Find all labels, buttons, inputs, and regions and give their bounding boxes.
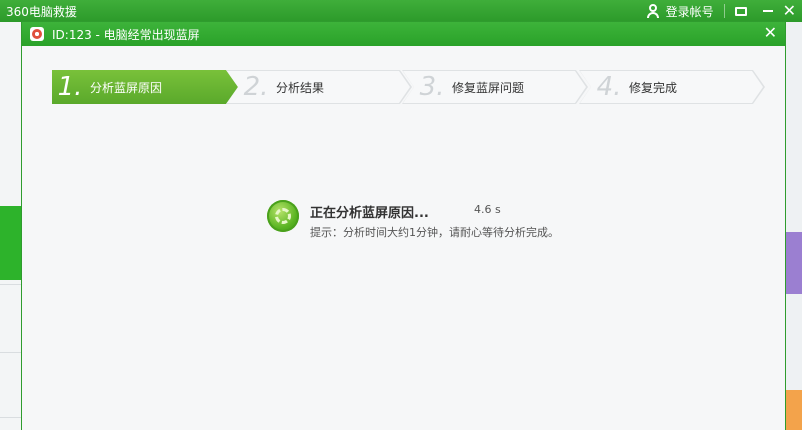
blue-screen-dialog: ID:123 - 电脑经常出现蓝屏 ✕ 1. 分析蓝屏原因 2. 分析结果 3.…	[21, 21, 786, 430]
step-label: 分析结果	[276, 80, 325, 95]
step-4: 4. 修复完成	[579, 70, 765, 104]
step-number: 4.	[596, 72, 622, 102]
dialog-close-icon[interactable]: ✕	[764, 25, 777, 41]
step-1: 1. 分析蓝屏原因	[52, 70, 238, 104]
app-window-controls: 登录帐号 ✕	[646, 0, 796, 22]
login-button[interactable]: 登录帐号	[646, 3, 714, 20]
divider	[0, 352, 22, 353]
app-titlebar: 360电脑救援 登录帐号 ✕	[0, 0, 802, 22]
step-number: 2.	[243, 72, 269, 102]
step-2: 2. 分析结果	[226, 70, 412, 104]
step-3: 3. 修复蓝屏问题	[402, 70, 588, 104]
divider	[723, 4, 725, 18]
close-icon[interactable]: ✕	[783, 0, 796, 22]
elapsed-time: 4.6 s	[474, 203, 501, 216]
app-right-tile-purple[interactable]	[786, 232, 802, 294]
analysis-tip: 提示：分析时间大约1分钟，请耐心等待分析完成。	[310, 226, 559, 239]
app-left-active-item[interactable]	[0, 206, 22, 280]
step-label: 修复蓝屏问题	[452, 80, 525, 95]
minimize-icon[interactable]	[762, 10, 773, 12]
app-right-panel	[786, 22, 802, 430]
dialog-title: ID:123 - 电脑经常出现蓝屏	[52, 27, 200, 42]
divider	[0, 284, 22, 285]
step-label: 分析蓝屏原因	[90, 80, 163, 95]
app-right-tile-orange[interactable]	[786, 390, 802, 430]
step-label: 修复完成	[629, 80, 678, 95]
user-icon	[646, 4, 660, 18]
step-indicator: 1. 分析蓝屏原因 2. 分析结果 3. 修复蓝屏问题 4. 修复完成	[52, 70, 765, 104]
login-label: 登录帐号	[665, 4, 714, 19]
step-number: 1.	[57, 72, 83, 102]
message-icon[interactable]	[734, 6, 747, 16]
lifebuoy-icon	[30, 27, 44, 41]
app-left-panel	[0, 22, 22, 430]
step-number: 3.	[419, 72, 445, 102]
dialog-titlebar[interactable]: ID:123 - 电脑经常出现蓝屏 ✕	[22, 22, 785, 46]
divider	[0, 417, 22, 418]
analysis-status: 正在分析蓝屏原因...	[310, 206, 429, 221]
spinner-icon	[267, 200, 299, 232]
app-title: 360电脑救援	[6, 5, 77, 19]
